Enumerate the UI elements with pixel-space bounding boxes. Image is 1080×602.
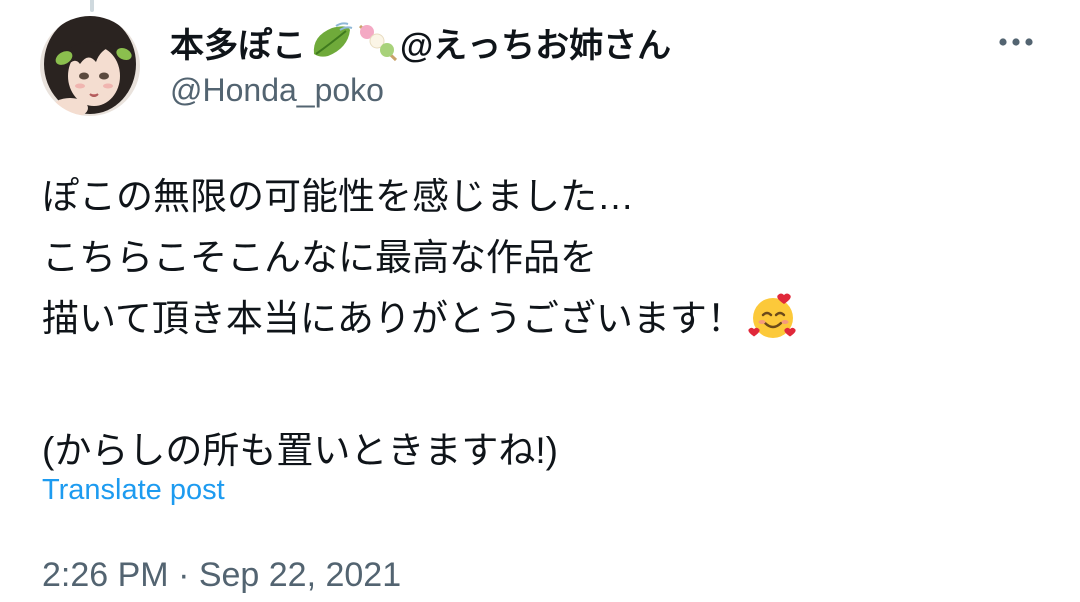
more-options-button[interactable] [996,28,1036,56]
tweet-header: 本多ぽこ @えっちお姉さん @Honda_poko [170,14,1010,109]
more-options-icon [999,38,1033,46]
dango-icon [356,22,400,62]
smiling-face-with-hearts-icon [748,291,798,359]
tweet-timestamp[interactable]: 2:26 PM · Sep 22, 2021 [42,556,401,595]
tweet-line-with-emoji: 描いて頂き本当にありがとうございます！ [42,288,1040,359]
author-handle[interactable]: @Honda_poko [170,72,1010,109]
tweet-text: ぽこの無限の可能性を感じました… こちらこそこんなに最高な作品を 描いて頂き本当… [42,166,1040,481]
display-name-suffix[interactable]: @えっちお姉さん [400,18,671,67]
tweet-line: 描いて頂き本当にありがとうございます！ [42,298,744,339]
tweet-line: こちらこそこんなに最高な作品を [42,237,597,278]
avatar-image [40,16,140,116]
tweet-line: ぽこの無限の可能性を感じました… [42,176,634,217]
display-name-prefix[interactable]: 本多ぽこ [170,18,306,67]
leaf-fluttering-in-wind-icon [308,22,354,62]
tweet-line: (からしの所も置いときますね!) [42,430,558,471]
avatar[interactable] [40,16,140,116]
thread-connector-line [90,0,94,12]
author-name-row[interactable]: 本多ぽこ @えっちお姉さん [170,14,1010,70]
translate-post-link[interactable]: Translate post [42,474,225,507]
